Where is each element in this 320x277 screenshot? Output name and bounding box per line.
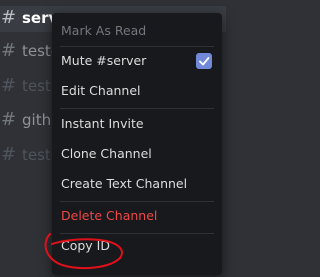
channel-name: test xyxy=(22,77,51,95)
hash-icon: # xyxy=(1,40,17,61)
menu-item-mark-as-read[interactable]: Mark As Read xyxy=(52,16,222,46)
menu-item-mute[interactable]: Mute #server xyxy=(52,46,222,76)
checkmark-icon xyxy=(199,57,210,66)
hash-icon: # xyxy=(1,7,17,28)
menu-item-instant-invite[interactable]: Instant Invite xyxy=(52,109,222,139)
menu-item-create-text-channel[interactable]: Create Text Channel xyxy=(52,169,222,199)
menu-item-copy-id[interactable]: Copy ID xyxy=(52,231,222,261)
hash-icon: # xyxy=(1,109,17,130)
menu-item-clone-channel[interactable]: Clone Channel xyxy=(52,139,222,169)
menu-item-delete-channel[interactable]: Delete Channel xyxy=(52,201,222,231)
menu-item-edit-channel[interactable]: Edit Channel xyxy=(52,76,222,106)
hash-icon: # xyxy=(1,75,17,96)
hash-icon: # xyxy=(1,144,17,165)
channel-context-menu: Mark As Read Mute #server Edit Channel I… xyxy=(52,13,222,275)
menu-item-label: Mute #server xyxy=(61,53,147,68)
mute-checkbox[interactable] xyxy=(196,53,212,69)
